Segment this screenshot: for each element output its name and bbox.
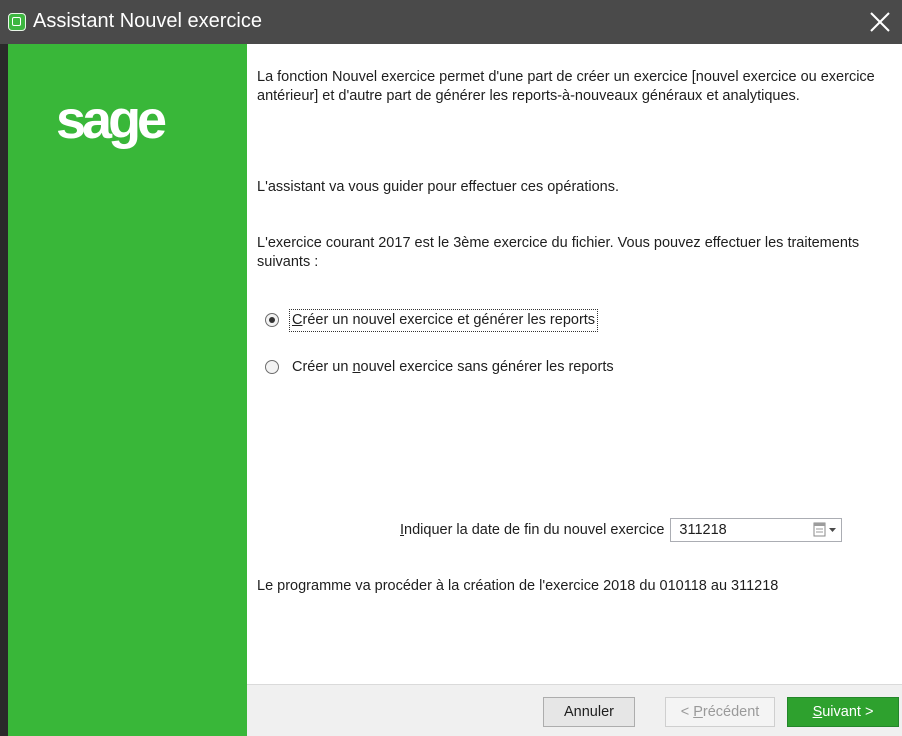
cancel-button[interactable]: Annuler [543, 697, 635, 727]
option-label-without-reports: Créer un nouvel exercice sans générer le… [292, 358, 614, 375]
intro-text: La fonction Nouvel exercice permet d'une… [257, 69, 875, 104]
radio-create-with-reports[interactable] [265, 313, 279, 327]
previous-button[interactable]: < Précédent [665, 697, 775, 727]
close-icon [870, 12, 890, 32]
end-date-row: Indiquer la date de fin du nouvel exerci… [400, 517, 843, 543]
option-create-without-reports[interactable]: Créer un nouvel exercice sans générer le… [265, 356, 616, 378]
sidebar-panel: sage [0, 44, 247, 736]
radio-create-without-reports[interactable] [265, 360, 279, 374]
window-title: Assistant Nouvel exercice [33, 10, 262, 32]
next-button[interactable]: Suivant > [787, 697, 899, 727]
current-year-text: L'exercice courant 2017 est le 3ème exer… [257, 235, 860, 270]
app-icon [8, 13, 26, 31]
wizard-window: Assistant Nouvel exercice sage La foncti… [0, 0, 902, 736]
guide-text: L'assistant va vous guider pour effectue… [257, 179, 619, 195]
button-bar: Annuler < Précédent Suivant > [247, 684, 902, 736]
wizard-content: La fonction Nouvel exercice permet d'une… [247, 44, 902, 684]
calendar-icon [813, 522, 837, 537]
option-label-with-reports: Créer un nouvel exercice et générer les … [288, 308, 599, 332]
close-button[interactable] [858, 0, 902, 44]
option-create-with-reports[interactable]: Créer un nouvel exercice et générer les … [265, 308, 599, 332]
sage-logo: sage [56, 90, 167, 150]
summary-text: Le programme va procéder à la création d… [257, 578, 779, 594]
title-bar: Assistant Nouvel exercice [0, 0, 902, 44]
end-date-value: 311218 [679, 522, 727, 538]
end-date-label: Indiquer la date de fin du nouvel exerci… [400, 522, 665, 538]
end-date-input[interactable]: 311218 [670, 518, 843, 542]
calendar-dropdown-button[interactable] [811, 522, 839, 538]
